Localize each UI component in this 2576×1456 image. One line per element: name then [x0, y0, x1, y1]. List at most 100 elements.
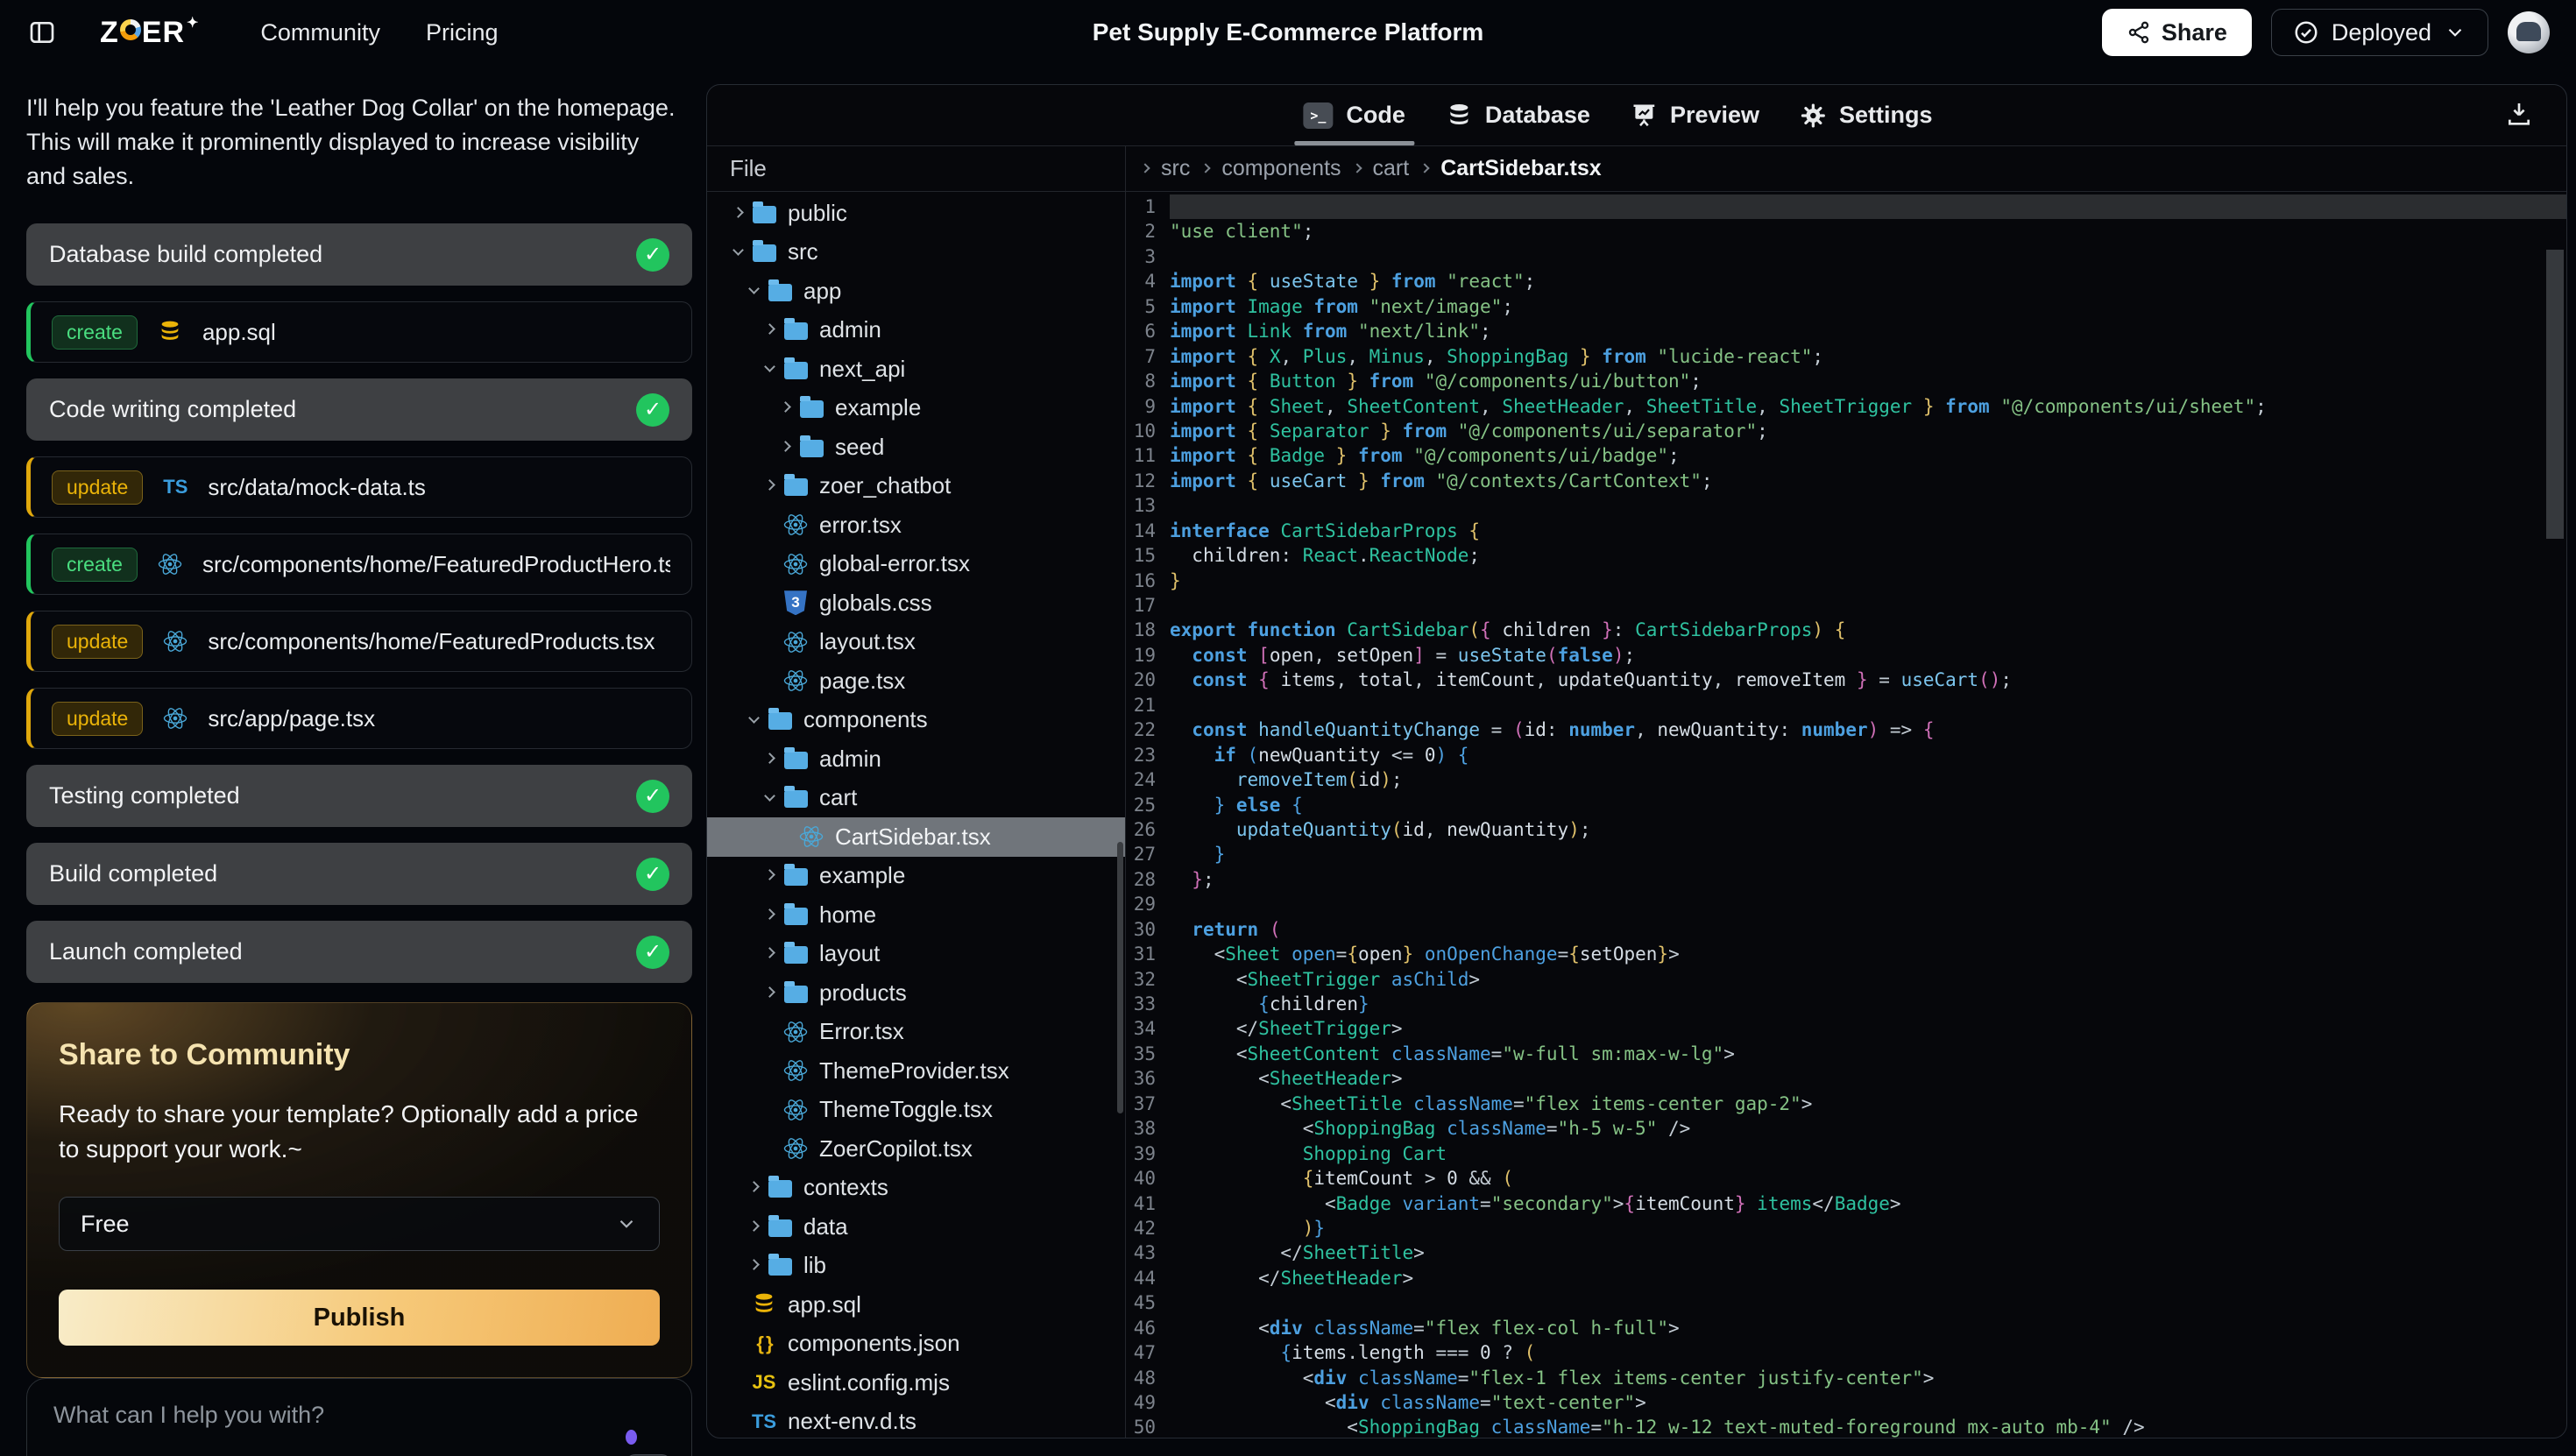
- tree-scrollbar[interactable]: [1117, 842, 1123, 1113]
- tree-item-components[interactable]: components: [707, 701, 1125, 740]
- tab-code[interactable]: >_ Code: [1303, 85, 1405, 145]
- nav-pricing[interactable]: Pricing: [426, 19, 499, 46]
- line-number: 45: [1126, 1290, 1170, 1315]
- line-number: 50: [1126, 1415, 1170, 1438]
- tree-item-label: home: [819, 901, 876, 929]
- code-line: 28 };: [1126, 867, 2566, 892]
- tree-item-Error.tsx[interactable]: Error.tsx: [707, 1013, 1125, 1052]
- line-number: 19: [1126, 643, 1170, 668]
- tree-item-next-env.d.ts[interactable]: TSnext-env.d.ts: [707, 1403, 1125, 1438]
- file-op-card[interactable]: createsrc/components/home/FeaturedProduc…: [26, 534, 692, 595]
- publish-button[interactable]: Publish: [59, 1290, 660, 1346]
- chat-input[interactable]: What can I help you with? ↑: [26, 1378, 692, 1456]
- chevron-right-icon: [1201, 163, 1211, 173]
- breadcrumb-components[interactable]: components: [1221, 156, 1341, 181]
- tree-item-home[interactable]: home: [707, 895, 1125, 935]
- breadcrumb-cart[interactable]: cart: [1373, 156, 1410, 181]
- tree-item-CartSidebar.tsx[interactable]: CartSidebar.tsx: [707, 817, 1125, 857]
- breadcrumb-src[interactable]: src: [1161, 156, 1190, 181]
- tree-item-data[interactable]: data: [707, 1207, 1125, 1247]
- tree-item-admin[interactable]: admin: [707, 739, 1125, 779]
- breadcrumb-CartSidebar.tsx[interactable]: CartSidebar.tsx: [1440, 156, 1601, 181]
- file-op-card[interactable]: updatesrc/app/page.tsx: [26, 688, 692, 749]
- chevron-right-icon: [764, 479, 775, 491]
- sidebar-toggle-icon[interactable]: [26, 17, 61, 48]
- folder-icon: [767, 1253, 793, 1279]
- file-op-card[interactable]: updatesrc/components/home/FeaturedProduc…: [26, 611, 692, 672]
- tab-database[interactable]: Database: [1446, 85, 1590, 145]
- react-icon: [782, 1135, 809, 1162]
- line-number: 18: [1126, 618, 1170, 642]
- status-card[interactable]: Database build completed✓: [26, 223, 692, 286]
- tree-item-example[interactable]: example: [707, 857, 1125, 896]
- tab-preview[interactable]: Preview: [1631, 85, 1759, 145]
- share-button[interactable]: Share: [2102, 9, 2252, 56]
- chat-input-placeholder: What can I help you with?: [53, 1402, 324, 1428]
- nav-community[interactable]: Community: [260, 19, 380, 46]
- chevron-down-icon: [748, 712, 760, 724]
- tree-item-layout[interactable]: layout: [707, 935, 1125, 974]
- op-file-path: app.sql: [202, 319, 276, 346]
- file-op-card[interactable]: createapp.sql: [26, 301, 692, 363]
- code-line: 1: [1126, 194, 2566, 219]
- tree-item-app[interactable]: app: [707, 272, 1125, 311]
- tab-settings[interactable]: Settings: [1800, 85, 1933, 145]
- code-line: 27 }: [1126, 842, 2566, 866]
- tree-item-app.sql[interactable]: app.sql: [707, 1285, 1125, 1325]
- check-icon: ✓: [636, 238, 669, 272]
- code-content[interactable]: 12"use client";34import { useState } fro…: [1126, 192, 2566, 1438]
- line-number: 17: [1126, 593, 1170, 618]
- tree-item-globals.css[interactable]: 3globals.css: [707, 583, 1125, 623]
- tree-item-error.tsx[interactable]: error.tsx: [707, 505, 1125, 545]
- line-number: 48: [1126, 1366, 1170, 1390]
- status-card[interactable]: Code writing completed✓: [26, 378, 692, 441]
- tree-item-label: data: [803, 1213, 848, 1240]
- line-number: 36: [1126, 1066, 1170, 1091]
- tree-item-ZoerCopilot.tsx[interactable]: ZoerCopilot.tsx: [707, 1129, 1125, 1169]
- tree-item-src[interactable]: src: [707, 233, 1125, 272]
- tree-item-zoer_chatbot[interactable]: zoer_chatbot: [707, 467, 1125, 506]
- status-card[interactable]: Launch completed✓: [26, 921, 692, 983]
- tree-item-label: components: [803, 706, 928, 733]
- tree-item-cart[interactable]: cart: [707, 779, 1125, 818]
- tree-item-page.tsx[interactable]: page.tsx: [707, 661, 1125, 701]
- tree-item-contexts[interactable]: contexts: [707, 1169, 1125, 1208]
- tree-item-label: public: [788, 200, 847, 227]
- file-op-card[interactable]: updateTSsrc/data/mock-data.ts: [26, 456, 692, 518]
- line-number: 22: [1126, 717, 1170, 742]
- code-line: 43 </SheetTitle>: [1126, 1240, 2566, 1265]
- tree-item-layout.tsx[interactable]: layout.tsx: [707, 623, 1125, 662]
- code-line: 14interface CartSidebarProps {: [1126, 519, 2566, 543]
- tree-item-label: example: [819, 862, 905, 889]
- tree-item-label: products: [819, 979, 907, 1007]
- tree-item-seed[interactable]: seed: [707, 428, 1125, 467]
- status-card[interactable]: Build completed✓: [26, 843, 692, 905]
- tree-item-ThemeProvider.tsx[interactable]: ThemeProvider.tsx: [707, 1051, 1125, 1091]
- tree-item-public[interactable]: public: [707, 194, 1125, 233]
- op-badge: update: [52, 702, 143, 736]
- tree-item-eslint.config.mjs[interactable]: JSeslint.config.mjs: [707, 1363, 1125, 1403]
- status-card[interactable]: Testing completed✓: [26, 765, 692, 827]
- tree-item-ThemeToggle.tsx[interactable]: ThemeToggle.tsx: [707, 1091, 1125, 1130]
- tree-item-label: Error.tsx: [819, 1018, 904, 1045]
- deployed-button[interactable]: Deployed: [2271, 9, 2488, 56]
- tree-item-products[interactable]: products: [707, 973, 1125, 1013]
- code-scrollbar[interactable]: [2546, 250, 2564, 539]
- folder-icon: [767, 1213, 793, 1240]
- code-line: 30 return (: [1126, 917, 2566, 942]
- project-title: Pet Supply E-Commerce Platform: [1093, 18, 1484, 46]
- tree-item-global-error.tsx[interactable]: global-error.tsx: [707, 545, 1125, 584]
- zoer-logo[interactable]: ZER✦: [100, 16, 199, 50]
- tree-item-next_api[interactable]: next_api: [707, 350, 1125, 389]
- tree-item-lib[interactable]: lib: [707, 1247, 1125, 1286]
- line-number: 20: [1126, 668, 1170, 692]
- tree-item-components.json[interactable]: { }components.json: [707, 1325, 1125, 1364]
- download-button[interactable]: [2503, 100, 2535, 131]
- line-number: 32: [1126, 967, 1170, 992]
- tree-item-example[interactable]: example: [707, 389, 1125, 428]
- tree-item-admin[interactable]: admin: [707, 311, 1125, 350]
- code-line: 21: [1126, 693, 2566, 717]
- tree-item-label: ZoerCopilot.tsx: [819, 1135, 973, 1163]
- avatar[interactable]: [2508, 11, 2550, 53]
- price-select[interactable]: Free: [59, 1197, 660, 1251]
